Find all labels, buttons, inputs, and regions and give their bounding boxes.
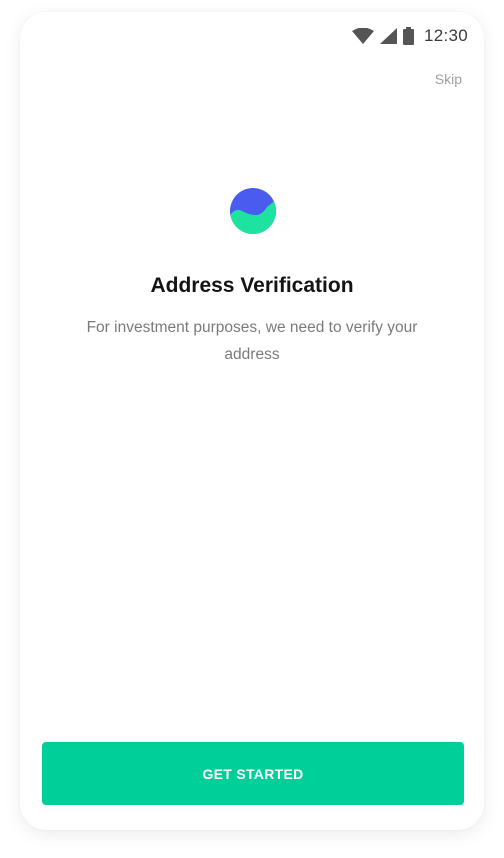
skip-button[interactable]: Skip [435,71,462,87]
get-started-button[interactable]: GET STARTED [42,742,464,805]
wifi-icon [351,28,374,44]
status-bar: 12:30 [351,24,468,48]
cellular-signal-icon [379,28,397,44]
chart-wave-logo-icon [229,187,277,235]
phone-screen: 12:30 Skip Address Verification For inve… [20,12,484,830]
page-title: Address Verification [150,274,354,297]
battery-icon [402,27,414,45]
status-time: 12:30 [423,26,468,45]
page-subtitle: For investment purposes, we need to veri… [86,319,418,363]
